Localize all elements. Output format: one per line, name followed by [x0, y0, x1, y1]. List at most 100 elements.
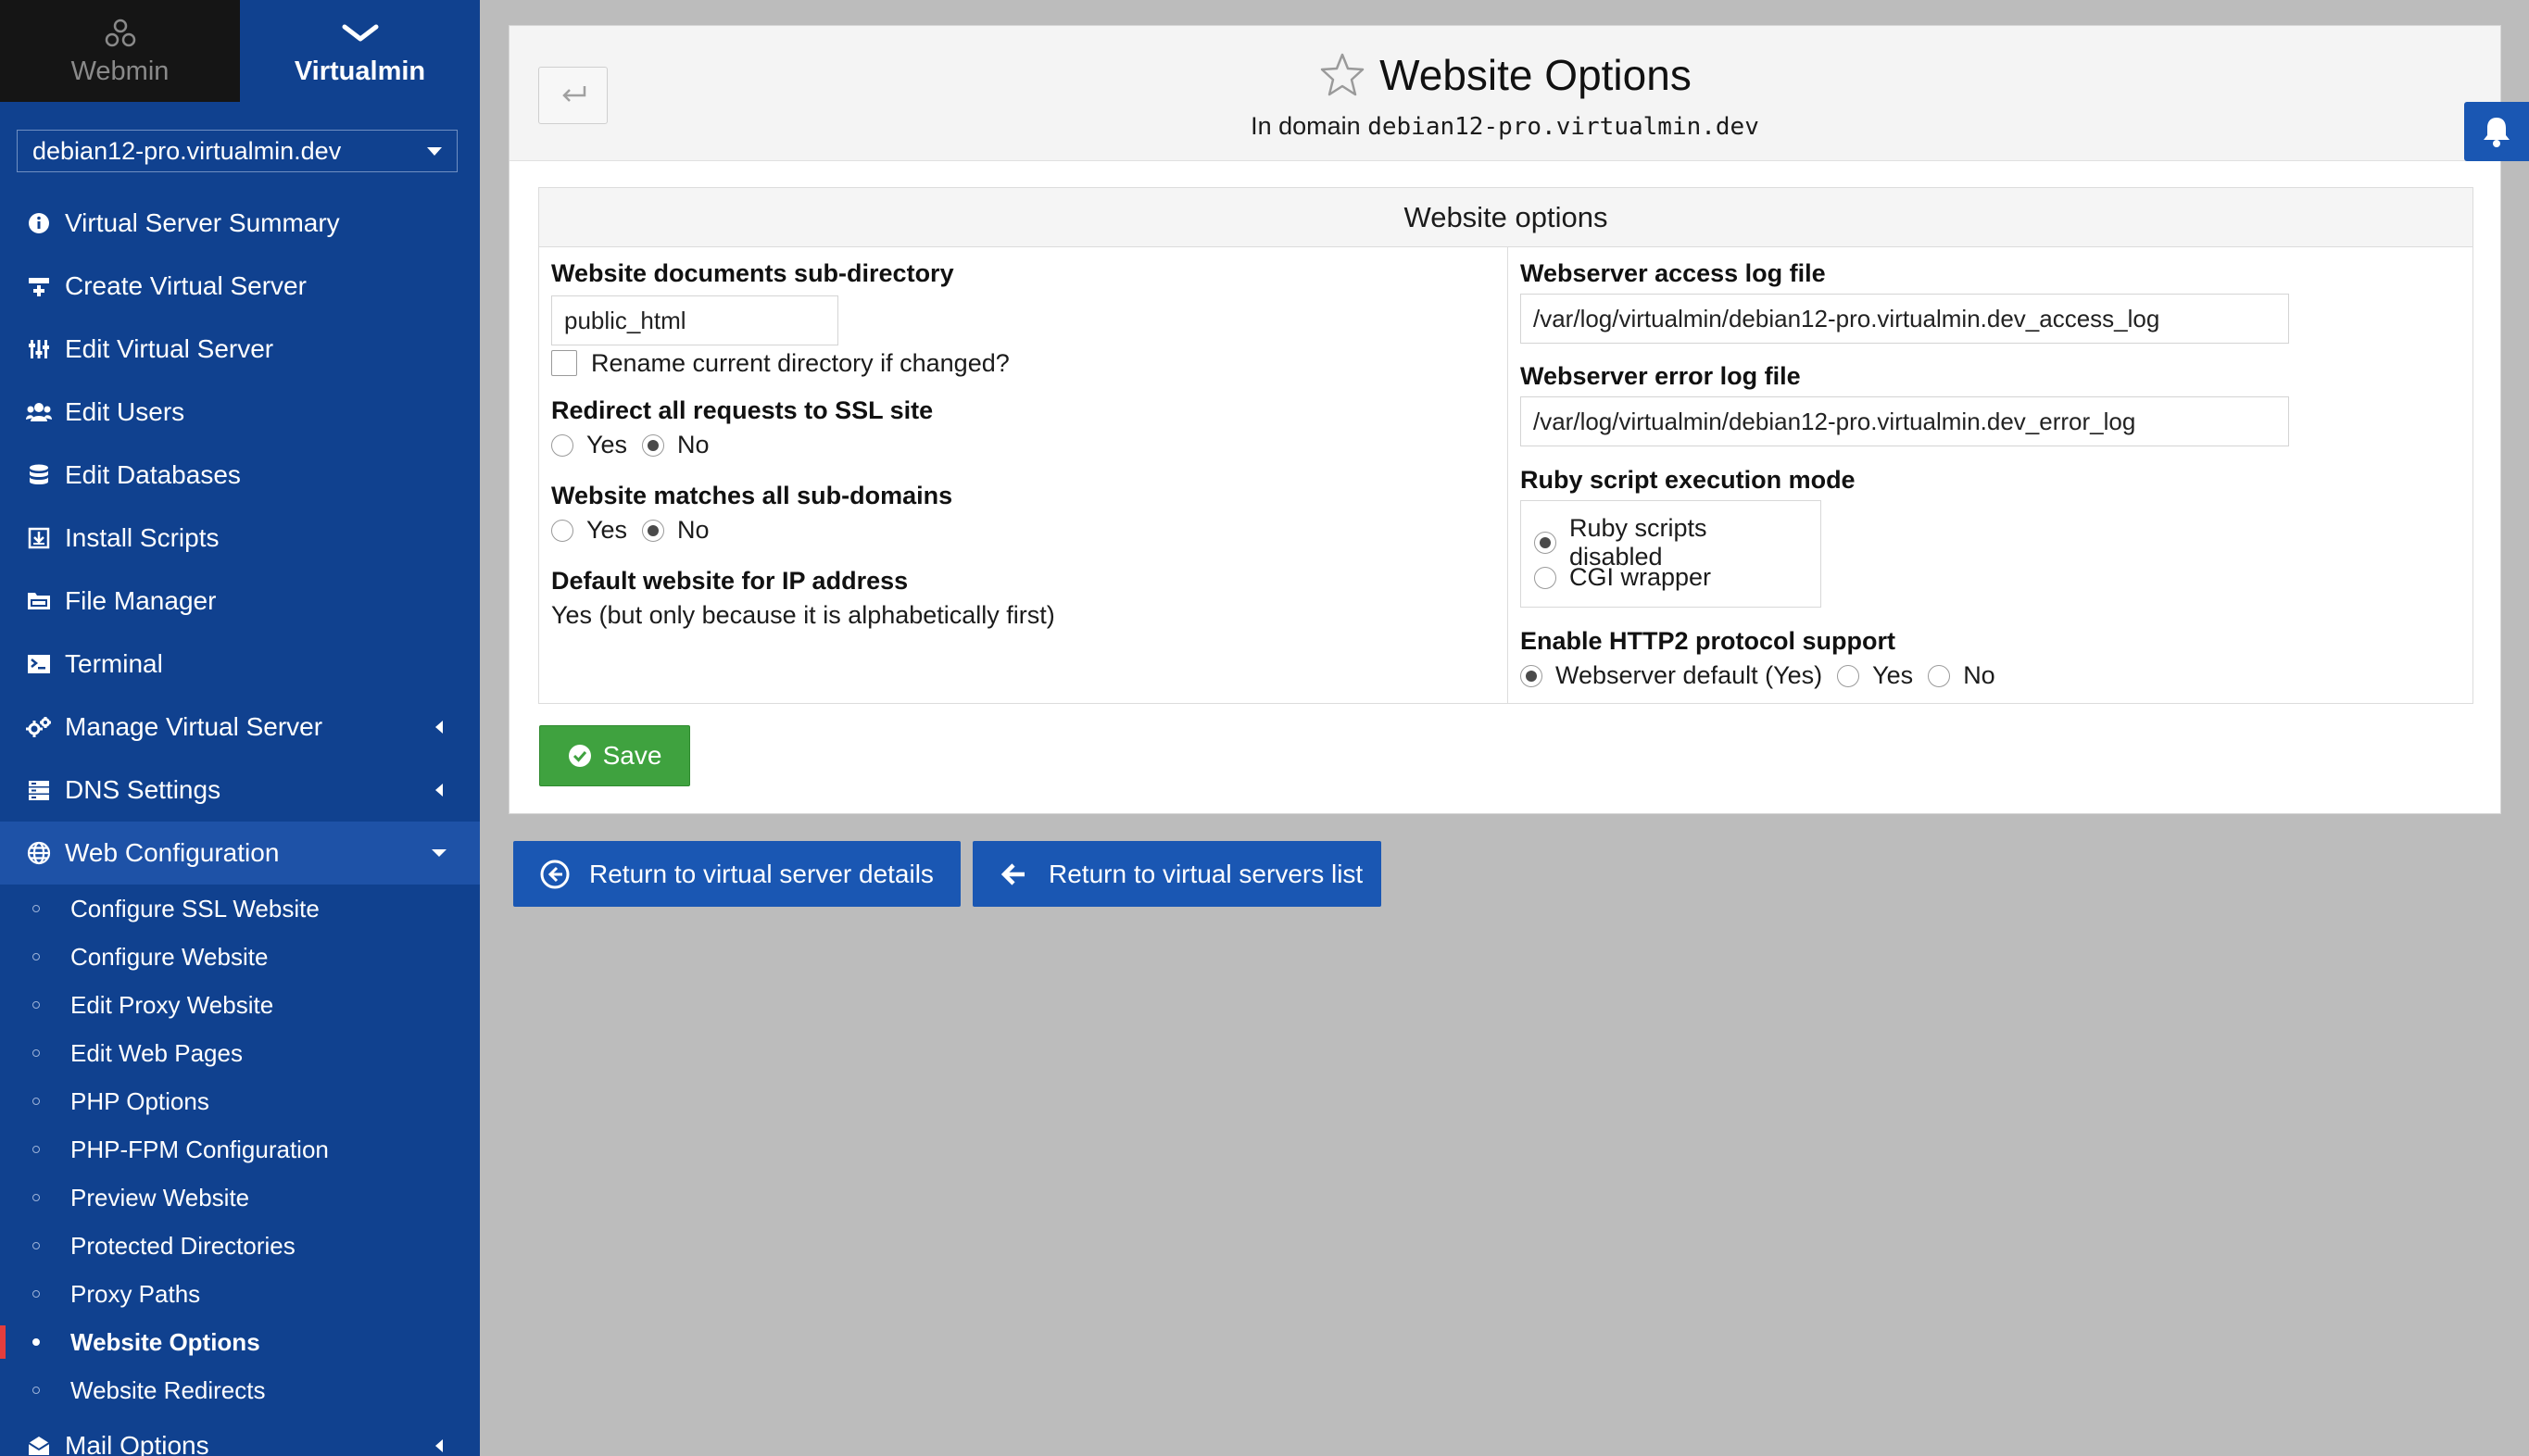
bell-icon [2484, 118, 2510, 147]
sub-item-php-options[interactable]: PHP Options [0, 1077, 480, 1125]
webmin-tab[interactable]: Webmin [0, 0, 240, 102]
sidebar-item-dns-settings[interactable]: DNS Settings [0, 759, 480, 822]
radio-label: No [677, 516, 710, 544]
http2-label: Enable HTTP2 protocol support [1520, 627, 1896, 655]
return-to-list-button[interactable]: Return to virtual servers list [973, 841, 1381, 907]
redirect-ssl-no-radio[interactable] [642, 433, 665, 457]
sidebar-menu: Virtual Server Summary Create Virtual Se… [0, 192, 480, 1456]
sidebar-item-virtual-server-summary[interactable]: Virtual Server Summary [0, 192, 480, 255]
ruby-cgi-option: CGI wrapper [1534, 563, 1726, 592]
bullet-icon [32, 953, 40, 960]
domain-selector[interactable]: debian12-pro.virtualmin.dev [17, 130, 458, 172]
chevron-left-icon [435, 784, 443, 797]
sidebar-item-edit-users[interactable]: Edit Users [0, 381, 480, 444]
options-right-column: Webserver access log file /var/log/virtu… [1508, 247, 2472, 703]
product-switcher: Webmin Virtualmin [0, 0, 480, 102]
sidebar-item-label: Edit Users [65, 397, 185, 426]
sub-item-label: Configure SSL Website [70, 894, 320, 923]
radio-label: Yes [1872, 661, 1914, 689]
chevron-left-icon [435, 1439, 443, 1452]
sub-item-label: PHP-FPM Configuration [70, 1135, 329, 1163]
subtitle-prefix: In domain [1251, 112, 1361, 140]
virtualmin-tab[interactable]: Virtualmin [240, 0, 480, 102]
globe-icon [26, 840, 52, 866]
arrow-circle-left-icon [540, 860, 570, 888]
sidebar-item-edit-databases[interactable]: Edit Databases [0, 444, 480, 507]
sidebar: Webmin Virtualmin debian12-pro.virtualmi… [0, 0, 480, 1456]
page-subtitle: In domain debian12-pro.virtualmin.dev [510, 112, 2500, 141]
sub-item-protected-directories[interactable]: Protected Directories [0, 1222, 480, 1270]
redirect-ssl-label: Redirect all requests to SSL site [551, 396, 934, 424]
bullet-icon [32, 905, 40, 912]
bullet-icon [32, 1242, 40, 1249]
http2-default-radio[interactable] [1520, 664, 1542, 687]
info-icon [26, 210, 52, 236]
sidebar-item-file-manager[interactable]: File Manager [0, 570, 480, 633]
radio-label: No [677, 431, 710, 458]
sub-item-proxy-paths[interactable]: Proxy Paths [0, 1270, 480, 1318]
arrow-left-icon [1000, 862, 1025, 885]
sub-item-edit-web-pages[interactable]: Edit Web Pages [0, 1029, 480, 1077]
sidebar-item-terminal[interactable]: Terminal [0, 633, 480, 696]
return-to-details-button[interactable]: Return to virtual server details [513, 841, 961, 907]
sidebar-item-mail-options[interactable]: Mail Options [0, 1414, 480, 1456]
rename-dir-checkbox[interactable] [551, 350, 577, 376]
sidebar-item-web-configuration[interactable]: Web Configuration [0, 822, 480, 885]
sub-item-website-options[interactable]: Website Options [0, 1318, 480, 1366]
website-options-form: Website options Website documents sub-di… [538, 187, 2473, 704]
sidebar-item-label: Create Virtual Server [65, 271, 307, 300]
access-log-input[interactable]: /var/log/virtualmin/debian12-pro.virtual… [1520, 294, 2289, 344]
sub-item-label: Preview Website [70, 1183, 250, 1211]
ruby-mode-radio-group: Ruby scripts disabled CGI wrapper [1520, 500, 1821, 608]
sidebar-item-create-virtual-server[interactable]: Create Virtual Server [0, 255, 480, 318]
sub-item-label: Configure Website [70, 942, 269, 971]
match-subdomains-yes-radio[interactable] [551, 519, 573, 542]
sidebar-item-manage-virtual-server[interactable]: Manage Virtual Server [0, 696, 480, 759]
save-button-label: Save [602, 741, 662, 770]
webmin-logo-icon [104, 16, 137, 51]
match-subdomains-no-radio[interactable] [642, 519, 665, 542]
error-log-input[interactable]: /var/log/virtualmin/debian12-pro.virtual… [1520, 396, 2289, 446]
sub-item-label: Website Redirects [70, 1375, 266, 1404]
database-icon [26, 462, 52, 488]
default-website-label: Default website for IP address [551, 567, 909, 595]
redirect-ssl-yes-radio[interactable] [551, 433, 573, 457]
bullet-icon [32, 1146, 40, 1153]
sub-item-configure-website[interactable]: Configure Website [0, 933, 480, 981]
sub-item-label: PHP Options [70, 1086, 209, 1115]
access-log-label: Webserver access log file [1520, 259, 1826, 287]
rename-dir-label: Rename current directory if changed? [591, 349, 1010, 377]
sub-item-php-fpm-configuration[interactable]: PHP-FPM Configuration [0, 1125, 480, 1174]
sidebar-item-label: DNS Settings [65, 775, 221, 804]
doc-subdir-input[interactable]: public_html [551, 295, 838, 345]
sidebar-item-edit-virtual-server[interactable]: Edit Virtual Server [0, 318, 480, 381]
sidebar-item-install-scripts[interactable]: Install Scripts [0, 507, 480, 570]
web-configuration-submenu: Configure SSL Website Configure Website … [0, 885, 480, 1414]
ruby-disabled-radio[interactable] [1534, 532, 1556, 554]
radio-label: CGI wrapper [1569, 563, 1712, 591]
sidebar-item-label: Edit Virtual Server [65, 334, 274, 363]
sub-item-preview-website[interactable]: Preview Website [0, 1174, 480, 1222]
ruby-mode-label: Ruby script execution mode [1520, 466, 1856, 494]
http2-no-radio[interactable] [1928, 664, 1951, 687]
http2-yes-radio[interactable] [1837, 664, 1860, 687]
chevron-down-icon [432, 849, 447, 857]
bullet-icon [32, 1290, 40, 1298]
sidebar-item-label: Edit Databases [65, 460, 241, 489]
sub-item-label: Website Options [70, 1327, 260, 1356]
radio-label: Webserver default (Yes) [1555, 661, 1823, 689]
favorite-star-icon[interactable] [1318, 51, 1366, 99]
sub-item-configure-ssl-website[interactable]: Configure SSL Website [0, 885, 480, 933]
redirect-ssl-radio-group: Yes No [551, 431, 724, 459]
notifications-button[interactable] [2464, 102, 2529, 161]
sub-item-label: Protected Directories [70, 1231, 296, 1260]
default-website-value: Yes (but only because it is alphabetical… [551, 601, 1055, 629]
save-button[interactable]: Save [539, 725, 690, 786]
sub-item-label: Edit Web Pages [70, 1038, 243, 1067]
webmin-tab-label: Webmin [70, 56, 170, 86]
ruby-cgi-radio[interactable] [1534, 566, 1556, 589]
subtitle-domain: debian12-pro.virtualmin.dev [1367, 113, 1759, 141]
sub-item-edit-proxy-website[interactable]: Edit Proxy Website [0, 981, 480, 1029]
sub-item-website-redirects[interactable]: Website Redirects [0, 1366, 480, 1414]
main-panel: Website Options In domain debian12-pro.v… [509, 25, 2501, 814]
